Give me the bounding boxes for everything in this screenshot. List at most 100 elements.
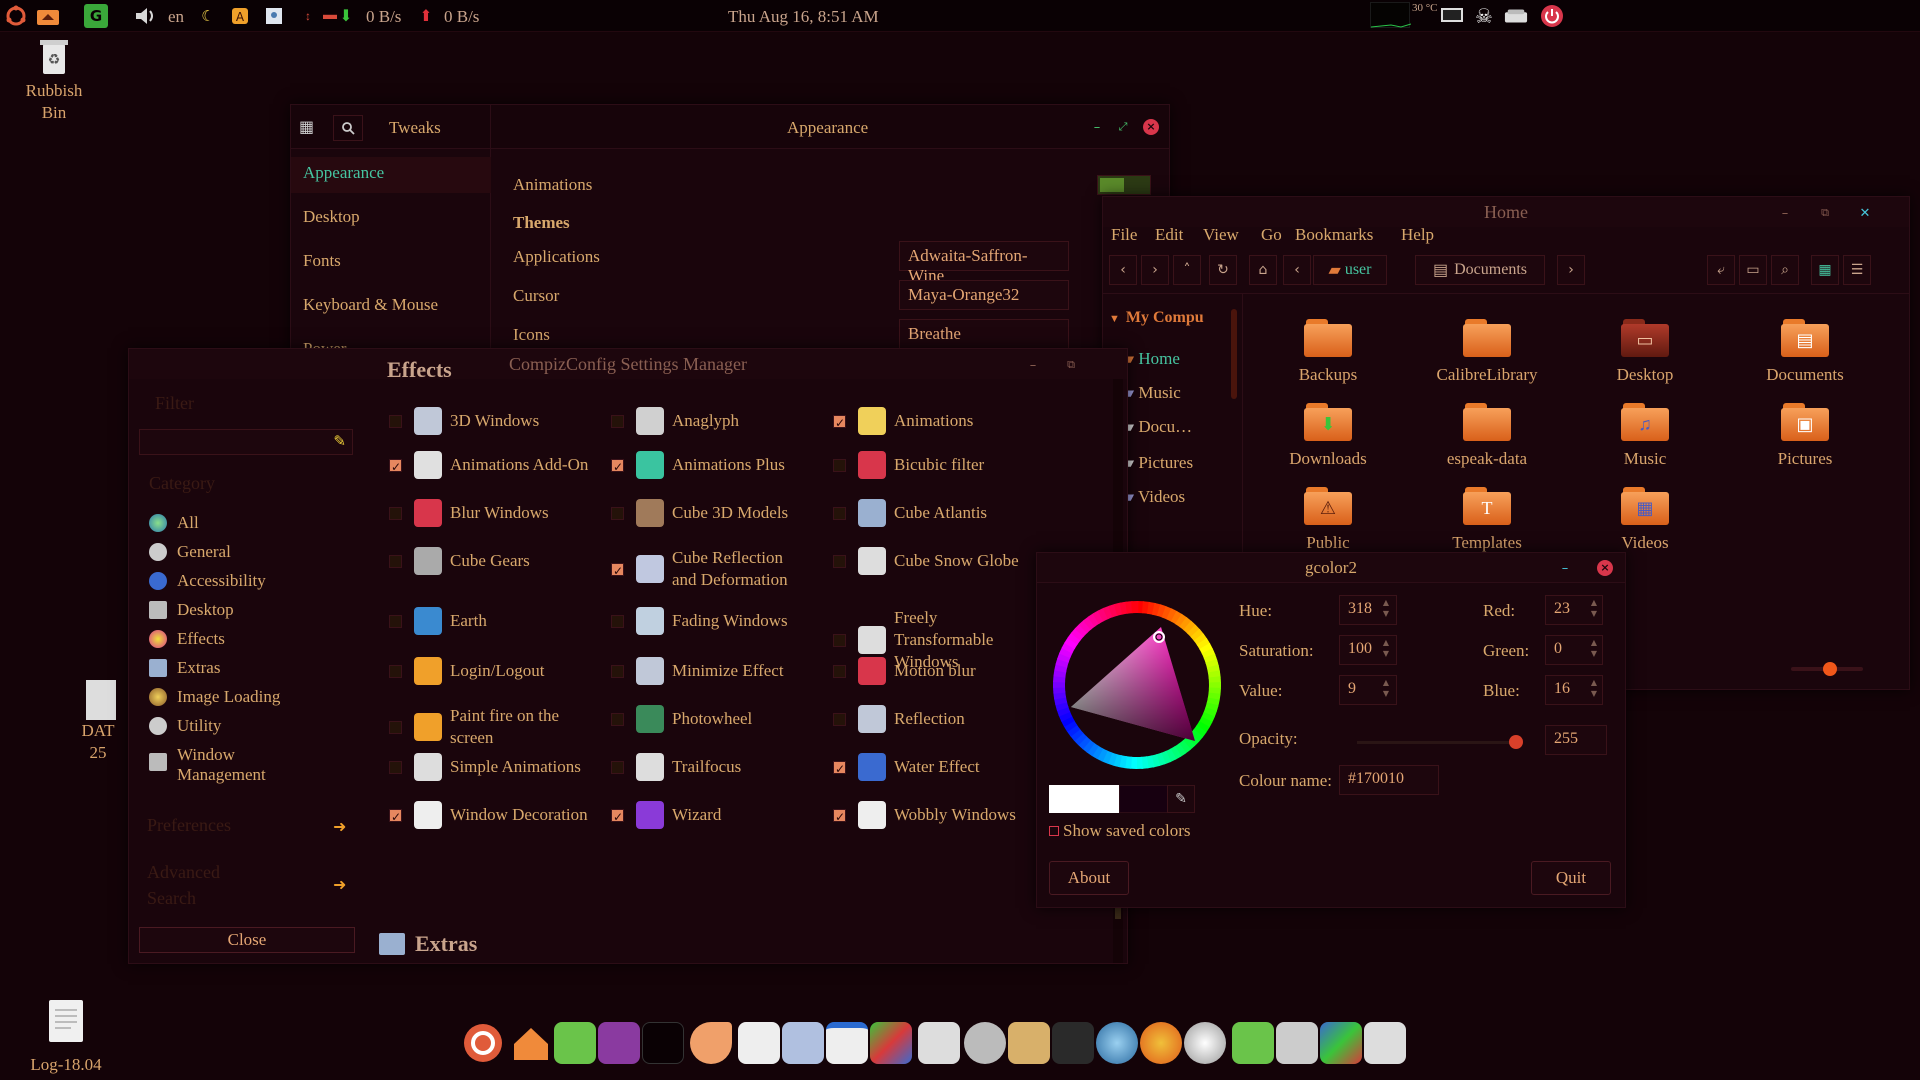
file-item[interactable]: ▦ Videos [1575,487,1715,553]
plugin-item[interactable]: Cube Reflection and Deformation [611,547,811,591]
category-desktop[interactable]: Desktop [149,600,234,620]
plugin-checkbox[interactable] [611,664,624,678]
plugin-item[interactable]: Paint fire on the screen [389,705,589,749]
plugin-checkbox[interactable] [833,664,846,678]
file-item[interactable]: ♫ Music [1575,403,1715,469]
desktop-log-file[interactable]: Log-18.04 [18,1000,114,1076]
window-icon[interactable] [642,1022,684,1064]
mixer-icon[interactable] [1364,1022,1406,1064]
plugin-item[interactable]: Wizard [611,801,811,829]
grid-view-button[interactable]: ▦ [1811,255,1839,285]
desktop-partial-file[interactable]: DAT 25 [78,680,118,764]
file-item[interactable]: ⚠ Public [1258,487,1398,553]
plugin-checkbox[interactable] [389,554,402,568]
forward-button[interactable]: › [1141,255,1169,285]
list-view-button[interactable]: ☰ [1843,255,1871,285]
place-videos[interactable]: ▰ Videos [1121,487,1185,507]
clear-filter-icon[interactable]: ✎ [333,432,346,450]
back-button[interactable]: ‹ [1109,255,1137,285]
minimize-button[interactable]: – [1025,357,1041,373]
category-all[interactable]: All [149,513,199,533]
plugin-checkbox[interactable] [611,560,624,582]
path-left-button[interactable]: ‹ [1283,255,1311,285]
plugin-checkbox[interactable] [611,712,624,726]
audio-icon[interactable] [918,1022,960,1064]
plugin-checkbox[interactable] [389,806,402,828]
menu-file[interactable]: File [1111,225,1137,245]
close-button[interactable]: ✕ [1857,205,1873,221]
plugin-item[interactable]: Cube 3D Models [611,499,811,527]
path-user-button[interactable]: ▰ user [1313,255,1387,285]
plugin-checkbox[interactable] [389,760,402,774]
places-header[interactable]: ▼ My Compu [1109,309,1204,327]
plugin-item[interactable]: Wobbly Windows [833,801,1023,829]
plugin-item[interactable]: Blur Windows [389,499,589,527]
sidebar-item-desktop[interactable]: Desktop [303,207,360,227]
filter-input[interactable]: ✎ [139,429,353,455]
plugin-item[interactable]: Motion blur [833,657,1023,685]
files-icon[interactable] [554,1022,596,1064]
about-button[interactable]: About [1049,861,1129,895]
plugin-checkbox[interactable] [611,414,624,428]
network-icon[interactable]: ↕ [296,4,320,28]
plugin-checkbox[interactable] [833,458,846,472]
plugin-item[interactable]: Anaglyph [611,407,811,435]
category-extras[interactable]: Extras [149,658,220,678]
show-saved-colors[interactable]: Show saved colors [1049,821,1190,841]
document-icon[interactable] [826,1022,868,1064]
animations-toggle[interactable] [1097,175,1151,195]
g-app-icon[interactable]: G [84,4,108,28]
plugin-checkbox[interactable] [611,760,624,774]
file-item[interactable]: T Templates [1417,487,1557,553]
browser-globe-icon[interactable] [1096,1022,1138,1064]
advanced-search-arrow-icon[interactable]: ➜ [333,875,346,894]
plugin-item[interactable]: Trailfocus [611,753,811,781]
colour-name-input[interactable]: #170010 [1339,765,1439,795]
value-spin-arrows[interactable]: ▲ ▼ [1381,677,1391,699]
image-viewer-icon[interactable] [782,1022,824,1064]
screen-icon[interactable] [1440,4,1464,28]
opacity-spin[interactable]: 255 [1545,725,1607,755]
plugin-checkbox[interactable] [833,506,846,520]
plugin-item[interactable]: Cube Snow Globe [833,547,1023,575]
plugin-item[interactable]: Reflection [833,705,1023,733]
plugin-item[interactable]: Earth [389,607,589,635]
plugin-checkbox[interactable] [833,412,846,434]
plugin-checkbox[interactable] [389,456,402,478]
hue-spin-arrows[interactable]: ▲ ▼ [1381,597,1391,619]
plugin-item[interactable]: Simple Animations [389,753,589,781]
image-icon[interactable] [262,4,286,28]
plugin-checkbox[interactable] [833,633,846,647]
plugin-checkbox[interactable] [389,506,402,520]
preferences-label[interactable]: Preferences [147,815,231,836]
zoom-slider-knob[interactable] [1823,662,1837,676]
plugin-checkbox[interactable] [611,614,624,628]
up-button[interactable]: ˄ [1173,255,1201,285]
advanced-search-label[interactable]: Advanced Search [147,859,257,911]
plugin-checkbox[interactable] [833,712,846,726]
home-folder-icon[interactable] [36,4,60,28]
sidebar-item-fonts[interactable]: Fonts [303,251,341,271]
folder-icon[interactable] [1232,1022,1274,1064]
opacity-slider[interactable] [1357,735,1523,749]
close-button[interactable]: × [1143,119,1159,135]
compiz-cube-icon[interactable] [1320,1022,1362,1064]
path-right-button[interactable]: › [1557,255,1585,285]
file-item[interactable]: Backups [1258,319,1398,385]
close-button[interactable]: × [1597,560,1613,576]
plugin-checkbox[interactable] [389,720,402,734]
maximize-button[interactable]: ⤢ [1115,119,1131,135]
ubuntu-icon[interactable] [462,1022,504,1064]
drive-icon[interactable] [1504,4,1528,28]
brightness-icon[interactable] [1184,1022,1226,1064]
menu-bookmarks[interactable]: Bookmarks [1295,225,1373,245]
hand-icon[interactable] [690,1022,732,1064]
file-item[interactable]: ▣ Pictures [1735,403,1875,469]
plugin-item[interactable]: Photowheel [611,705,811,733]
terminal-button[interactable]: ▭ [1739,255,1767,285]
red-spin-arrows[interactable]: ▲ ▼ [1589,597,1599,619]
category-effects[interactable]: Effects [149,629,225,649]
plugin-checkbox[interactable] [611,506,624,520]
plugin-item[interactable]: Fading Windows [611,607,811,635]
disk-icon[interactable] [1276,1022,1318,1064]
